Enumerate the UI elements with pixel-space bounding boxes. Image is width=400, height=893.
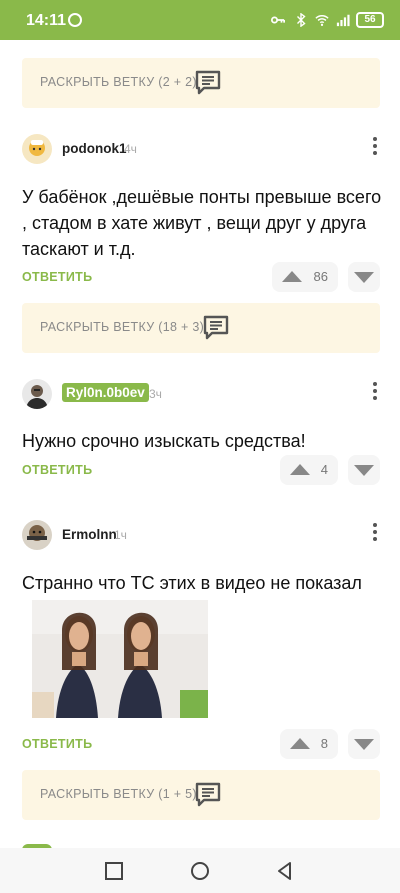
comment-text: У бабёнок ,дешёвые понты превыше всего ,…	[22, 187, 382, 259]
comment-time: 3ч	[149, 387, 162, 401]
comment-username[interactable]: Ryl0n.0b0ev	[62, 383, 149, 402]
system-navigation-bar	[0, 848, 400, 893]
comment-bubble-icon	[195, 70, 221, 95]
expand-thread-label: РАСКРЫТЬ ВЕТКУ (1 + 5)	[40, 787, 197, 801]
arrow-down-icon	[354, 739, 374, 750]
more-options-icon[interactable]	[372, 523, 378, 543]
expand-thread-button[interactable]: РАСКРЫТЬ ВЕТКУ (2 + 2)	[22, 58, 380, 108]
reply-button[interactable]: ОТВЕТИТЬ	[22, 270, 92, 284]
status-bar: 14:11 56	[0, 0, 400, 40]
expand-thread-label: РАСКРЫТЬ ВЕТКУ (2 + 2)	[40, 75, 197, 89]
comment-username[interactable]: Ermolnn	[62, 527, 117, 542]
signal-icon	[336, 14, 350, 27]
bluetooth-icon	[297, 13, 306, 27]
avatar[interactable]	[22, 379, 52, 409]
home-icon[interactable]	[190, 861, 210, 881]
upvote-button[interactable]: 4	[280, 455, 338, 485]
status-icons: 56	[268, 11, 384, 29]
vote-count: 86	[313, 269, 328, 284]
comment-header: Ermolnn 1ч	[22, 520, 382, 550]
reply-button[interactable]: ОТВЕТИТЬ	[22, 737, 92, 751]
avatar[interactable]	[22, 520, 52, 550]
comment-time: 4ч	[124, 142, 137, 156]
comment-time: 1ч	[114, 528, 127, 542]
arrow-up-icon	[290, 738, 310, 749]
arrow-up-icon	[282, 271, 302, 282]
expand-thread-button[interactable]: РАСКРЫТЬ ВЕТКУ (1 + 5)	[22, 770, 380, 820]
status-time: 14:11	[26, 12, 67, 29]
more-options-icon[interactable]	[372, 382, 378, 402]
upvote-button[interactable]: 8	[280, 729, 338, 759]
arrow-down-icon	[354, 465, 374, 476]
key-icon	[271, 16, 285, 24]
comment-text: Нужно срочно изыскать средства!	[22, 431, 306, 451]
comment-bubble-icon	[195, 782, 221, 807]
downvote-button[interactable]	[348, 729, 380, 759]
wifi-icon	[315, 15, 329, 26]
downvote-button[interactable]	[348, 455, 380, 485]
arrow-down-icon	[354, 272, 374, 283]
whatsapp-icon	[68, 13, 82, 27]
comment-username[interactable]: podonok1	[62, 141, 127, 156]
comment-header: podonok1 4ч	[22, 134, 382, 164]
arrow-up-icon	[290, 464, 310, 475]
comment-header: Ryl0n.0b0ev 3ч	[22, 379, 382, 409]
battery-icon: 56	[356, 12, 384, 28]
vote-count: 4	[320, 462, 328, 477]
comment-text: Странно что ТС этих в видео не показал	[22, 573, 362, 593]
upvote-button[interactable]: 86	[272, 262, 338, 292]
expand-thread-label: РАСКРЫТЬ ВЕТКУ (18 + 3)	[40, 320, 205, 334]
expand-thread-button[interactable]: РАСКРЫТЬ ВЕТКУ (18 + 3)	[22, 303, 380, 353]
vote-count: 8	[320, 736, 328, 751]
back-icon[interactable]	[275, 861, 295, 881]
comment-image[interactable]	[32, 600, 208, 718]
reply-button[interactable]: ОТВЕТИТЬ	[22, 463, 92, 477]
avatar[interactable]	[22, 134, 52, 164]
downvote-button[interactable]	[348, 262, 380, 292]
recent-apps-icon[interactable]	[104, 861, 124, 881]
more-options-icon[interactable]	[372, 137, 378, 157]
comment-bubble-icon	[203, 315, 229, 340]
